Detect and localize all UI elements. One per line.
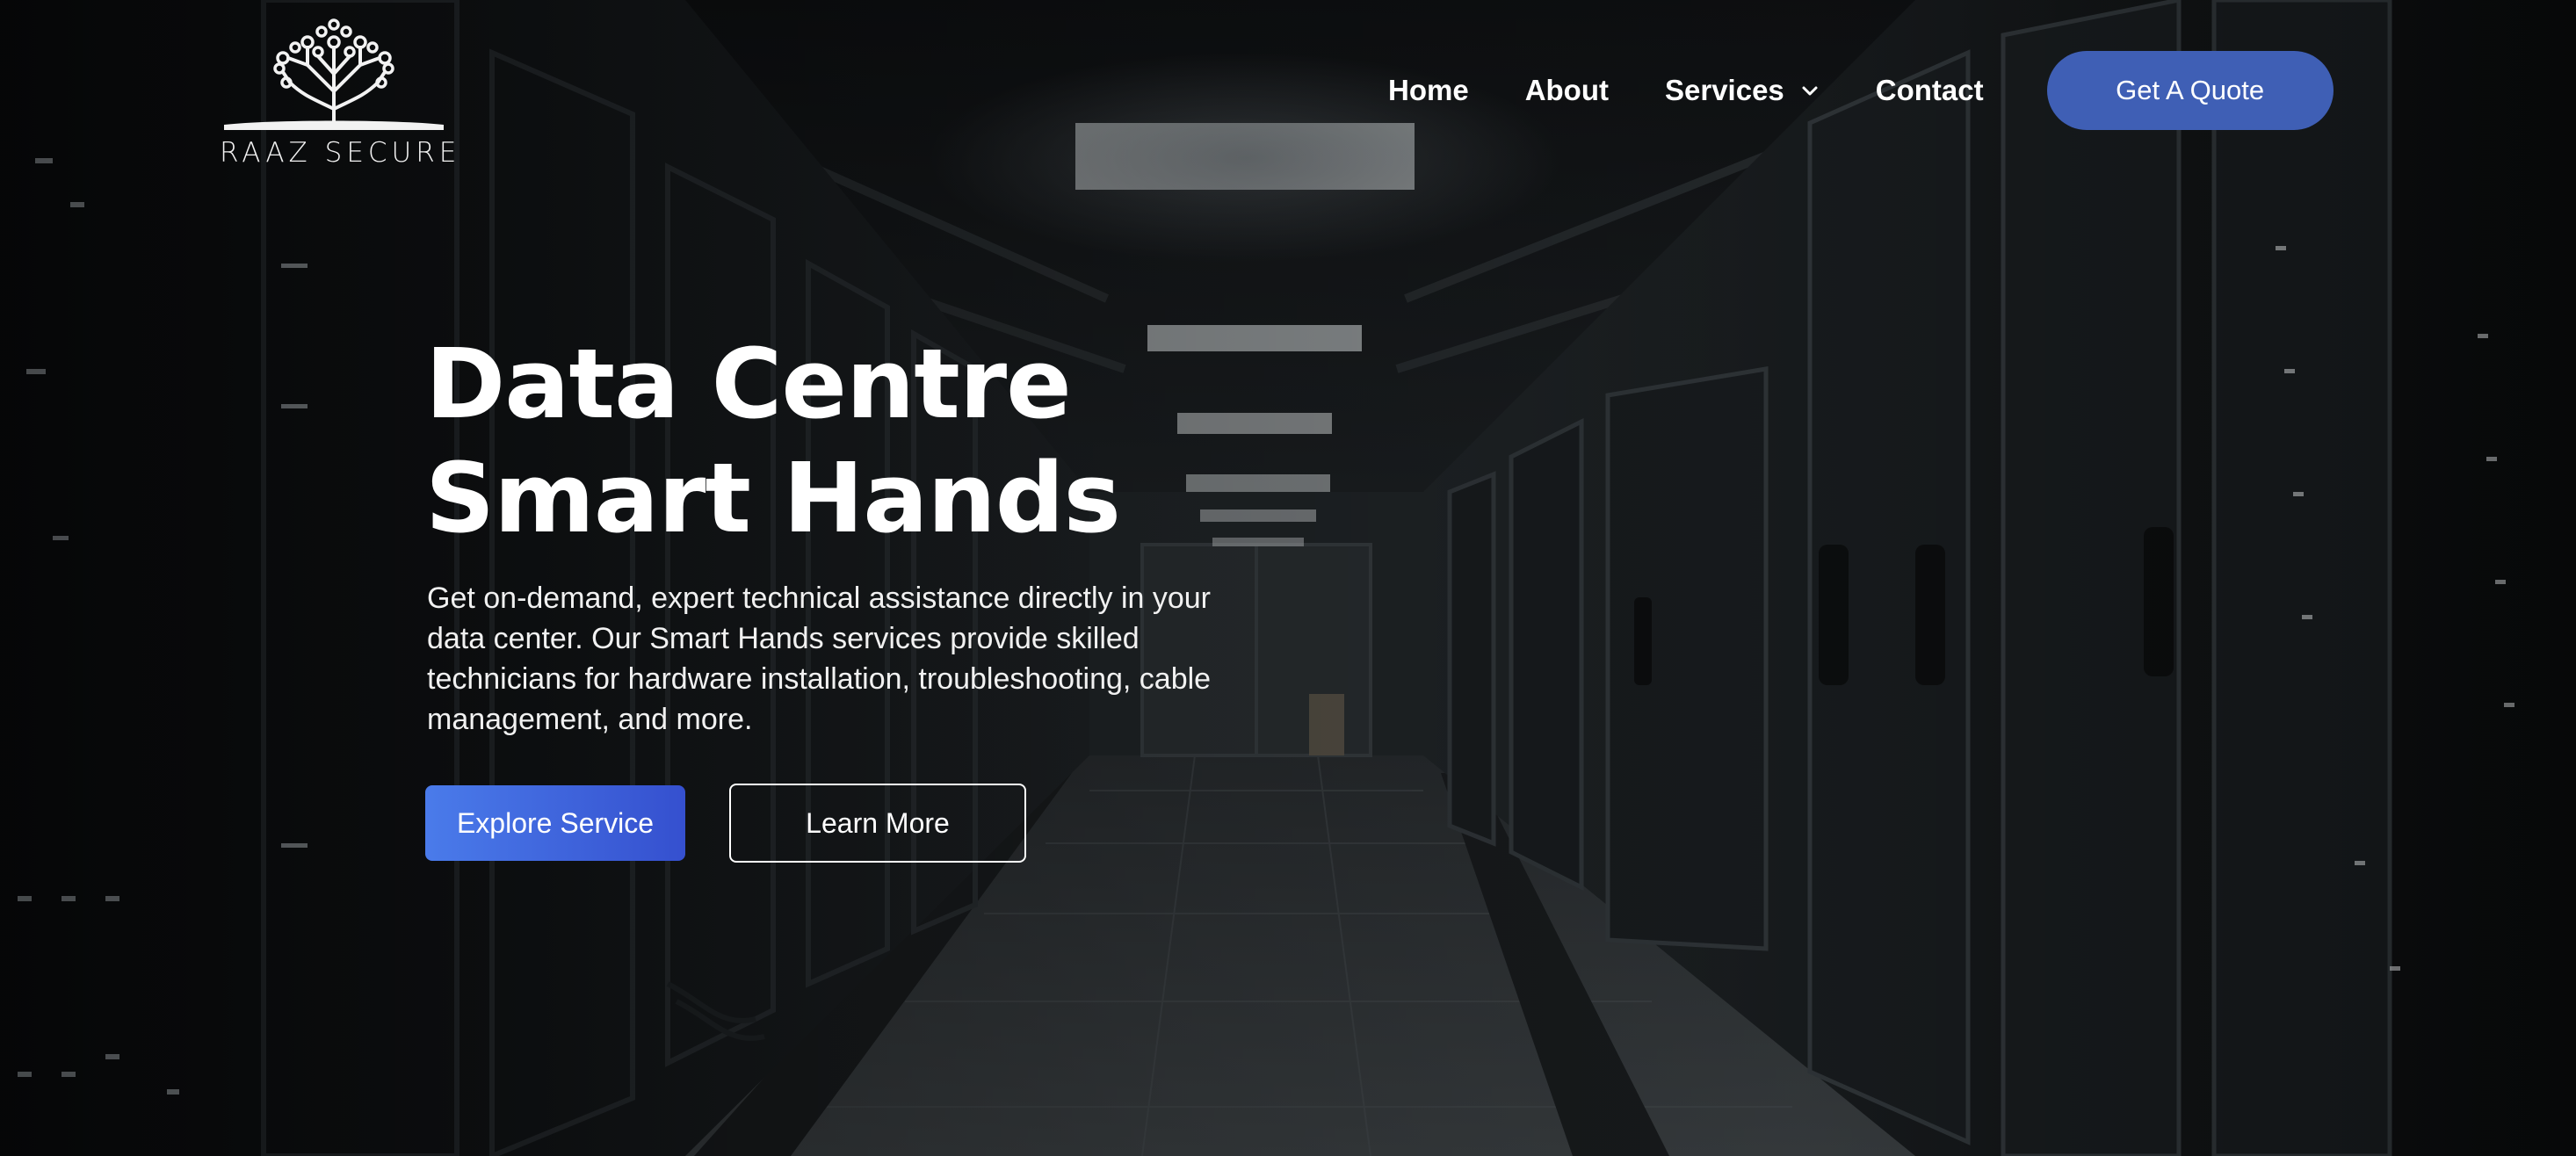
- explore-service-button[interactable]: Explore Service: [425, 785, 685, 861]
- main-nav: Home About Services Contact Get A Quote: [1388, 51, 2334, 130]
- nav-item-label: Services: [1664, 74, 1784, 106]
- get-quote-button[interactable]: Get A Quote: [2046, 51, 2334, 130]
- nav-item-contact[interactable]: Contact: [1876, 74, 1984, 107]
- nav-item-about[interactable]: About: [1525, 74, 1609, 107]
- tree-circuit-icon: [224, 18, 444, 130]
- title-line-1: Data Centre: [425, 328, 1072, 440]
- brand-name: RAAZ SECURE: [220, 137, 461, 169]
- brand-logo[interactable]: RAAZ SECURE: [220, 12, 461, 170]
- hero-content: Data Centre Smart Hands Get on-demand, e…: [425, 327, 1304, 863]
- nav-item-label: Contact: [1875, 74, 1984, 106]
- hero-section: RAAZ SECURE Home About Services Contact …: [0, 0, 2576, 1156]
- hero-actions: Explore Service Learn More: [425, 784, 1304, 863]
- nav-item-label: Home: [1388, 74, 1469, 106]
- nav-item-home[interactable]: Home: [1388, 74, 1469, 107]
- learn-more-button[interactable]: Learn More: [729, 784, 1026, 863]
- title-line-2: Smart Hands: [425, 442, 1121, 554]
- chevron-down-icon: [1802, 86, 1818, 96]
- page-title: Data Centre Smart Hands: [425, 327, 1304, 555]
- hero-description: Get on-demand, expert technical assistan…: [427, 582, 1212, 736]
- nav-item-services[interactable]: Services: [1665, 74, 1820, 107]
- nav-item-label: About: [1524, 74, 1609, 106]
